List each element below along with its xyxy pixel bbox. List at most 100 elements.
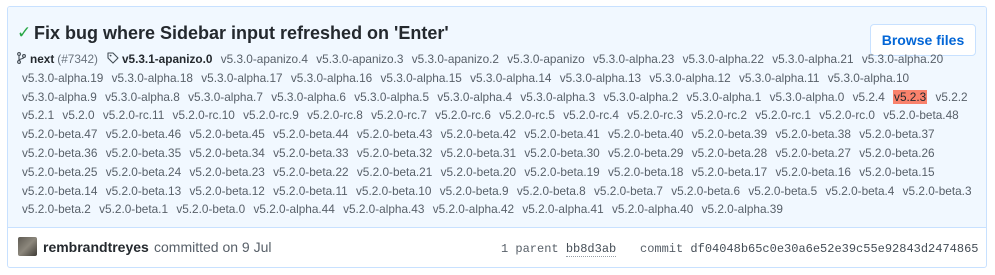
tag-link[interactable]: v5.3.0-alpha.10: [828, 71, 909, 85]
tag-link[interactable]: v5.2.0-beta.18: [608, 165, 683, 179]
tag-link[interactable]: v5.3.0-alpha.2: [603, 90, 678, 104]
tag-link[interactable]: v5.2.0: [62, 108, 94, 122]
tag-link[interactable]: v5.2.0-beta.27: [775, 146, 850, 160]
tag-link[interactable]: v5.2.0-rc.2: [691, 108, 747, 122]
tag-link[interactable]: v5.2.0-beta.36: [22, 146, 97, 160]
author-link[interactable]: rembrandtreyes: [43, 239, 149, 255]
tag-link[interactable]: v5.2.0-beta.19: [524, 165, 599, 179]
tag-link[interactable]: v5.2.0-beta.23: [189, 165, 264, 179]
tag-link[interactable]: v5.2.0-beta.25: [22, 165, 97, 179]
tag-link[interactable]: v5.2.0-beta.14: [22, 184, 97, 198]
tag-link[interactable]: v5.2.0-alpha.42: [433, 202, 514, 216]
tag-link[interactable]: v5.2.0-rc.7: [371, 108, 427, 122]
tag-link[interactable]: v5.3.0-alpha.16: [291, 71, 372, 85]
tag-link-highlighted[interactable]: v5.2.3: [893, 89, 928, 104]
tag-link[interactable]: v5.2.0-beta.15: [859, 165, 934, 179]
tag-link[interactable]: v5.2.0-beta.10: [356, 184, 431, 198]
tag-link[interactable]: v5.2.0-beta.39: [692, 127, 767, 141]
tag-link[interactable]: v5.2.0-beta.45: [189, 127, 264, 141]
tag-link[interactable]: v5.2.0-beta.21: [357, 165, 432, 179]
tag-link[interactable]: v5.2.0-rc.4: [563, 108, 619, 122]
tag-link[interactable]: v5.3.0-alpha.1: [687, 90, 762, 104]
tag-link[interactable]: v5.2.0-rc.3: [627, 108, 683, 122]
tag-link[interactable]: v5.3.0-alpha.18: [112, 71, 193, 85]
tag-link[interactable]: v5.2.0-rc.9: [243, 108, 299, 122]
tag-link[interactable]: v5.3.0-alpha.15: [381, 71, 462, 85]
tag-link[interactable]: v5.2.0-alpha.40: [612, 202, 693, 216]
tag-link[interactable]: v5.2.0-beta.48: [883, 108, 958, 122]
tag-link[interactable]: v5.3.0-apanizo.2: [412, 52, 499, 66]
tag-link[interactable]: v5.2.0-beta.22: [273, 165, 348, 179]
tag-link[interactable]: v5.2.0-beta.11: [273, 184, 348, 198]
tag-link[interactable]: v5.3.0-apanizo.4: [221, 52, 308, 66]
tag-link[interactable]: v5.3.0-alpha.13: [560, 71, 641, 85]
tag-link[interactable]: v5.3.0-alpha.5: [354, 90, 429, 104]
tag-link[interactable]: v5.2.0-beta.7: [594, 184, 663, 198]
tag-link[interactable]: v5.2.0-beta.34: [189, 146, 264, 160]
tag-link[interactable]: v5.2.0-rc.8: [307, 108, 363, 122]
tag-link[interactable]: v5.3.0-alpha.4: [437, 90, 512, 104]
tag-link[interactable]: v5.2.0-rc.11: [103, 108, 164, 122]
tag-link[interactable]: v5.2.0-beta.26: [859, 146, 934, 160]
tag-link[interactable]: v5.2.1: [22, 108, 54, 122]
tag-link[interactable]: v5.2.0-rc.5: [499, 108, 555, 122]
tag-link[interactable]: v5.2.0-beta.9: [440, 184, 509, 198]
tag-link[interactable]: v5.3.1-apanizo.0: [122, 52, 212, 66]
tag-link[interactable]: v5.3.0-alpha.9: [22, 90, 97, 104]
tag-link[interactable]: v5.2.0-beta.42: [441, 127, 516, 141]
tag-link[interactable]: v5.2.0-beta.29: [608, 146, 683, 160]
tag-link[interactable]: v5.2.0-beta.40: [608, 127, 683, 141]
tag-link[interactable]: v5.3.0-alpha.11: [739, 71, 819, 85]
tag-link[interactable]: v5.2.0-beta.4: [826, 184, 895, 198]
tag-link[interactable]: v5.3.0-alpha.23: [593, 52, 674, 66]
tag-link[interactable]: v5.2.0-beta.24: [106, 165, 181, 179]
tag-link[interactable]: v5.2.0-beta.46: [106, 127, 181, 141]
tag-link[interactable]: v5.2.0-beta.44: [273, 127, 348, 141]
tag-link[interactable]: v5.2.0-beta.5: [748, 184, 817, 198]
tag-link[interactable]: v5.3.0-alpha.21: [772, 52, 853, 66]
tag-link[interactable]: v5.2.0-beta.12: [189, 184, 264, 198]
tag-link[interactable]: v5.3.0-apanizo.3: [316, 52, 403, 66]
tag-link[interactable]: v5.2.0-rc.0: [819, 108, 875, 122]
tag-link[interactable]: v5.2.0-beta.31: [441, 146, 516, 160]
tag-link[interactable]: v5.2.0-beta.32: [357, 146, 432, 160]
tag-link[interactable]: v5.2.0-alpha.39: [702, 202, 783, 216]
tag-link[interactable]: v5.2.0-beta.28: [692, 146, 767, 160]
tag-link[interactable]: v5.2.0-beta.37: [859, 127, 934, 141]
tag-link[interactable]: v5.3.0-alpha.20: [862, 52, 943, 66]
tag-link[interactable]: v5.2.4: [853, 90, 885, 104]
tag-link[interactable]: v5.3.0-alpha.3: [520, 90, 595, 104]
tag-link[interactable]: v5.2.0-beta.41: [524, 127, 599, 141]
tag-link[interactable]: v5.2.0-beta.8: [517, 184, 586, 198]
branch-name[interactable]: next: [30, 52, 54, 66]
tag-link[interactable]: v5.3.0-alpha.7: [188, 90, 263, 104]
tag-link[interactable]: v5.2.0-beta.20: [441, 165, 516, 179]
tag-link[interactable]: v5.3.0-alpha.8: [105, 90, 180, 104]
tag-link[interactable]: v5.3.0-alpha.17: [201, 71, 282, 85]
tag-link[interactable]: v5.3.0-alpha.19: [22, 71, 103, 85]
tag-link[interactable]: v5.2.0-beta.35: [106, 146, 181, 160]
tag-link[interactable]: v5.2.0-beta.6: [671, 184, 740, 198]
tag-link[interactable]: v5.2.0-beta.47: [22, 127, 97, 141]
tag-link[interactable]: v5.2.0-beta.13: [106, 184, 181, 198]
tag-link[interactable]: v5.2.0-beta.33: [273, 146, 348, 160]
tag-link[interactable]: v5.2.0-alpha.44: [253, 202, 334, 216]
tag-link[interactable]: v5.2.2: [935, 90, 967, 104]
tag-link[interactable]: v5.3.0-alpha.14: [470, 71, 551, 85]
tag-link[interactable]: v5.3.0-alpha.22: [683, 52, 764, 66]
tag-link[interactable]: v5.2.0-beta.38: [775, 127, 850, 141]
avatar[interactable]: [18, 237, 37, 256]
tag-link[interactable]: v5.2.0-rc.6: [435, 108, 491, 122]
tag-link[interactable]: v5.2.0-beta.3: [903, 184, 972, 198]
tag-link[interactable]: v5.2.0-rc.10: [173, 108, 235, 122]
tag-link[interactable]: v5.3.0-alpha.0: [770, 90, 845, 104]
parent-sha-link[interactable]: bb8d3ab: [565, 242, 617, 257]
tag-link[interactable]: v5.3.0-alpha.12: [649, 71, 730, 85]
tag-link[interactable]: v5.2.0-beta.0: [176, 202, 245, 216]
tag-link[interactable]: v5.2.0-beta.16: [775, 165, 850, 179]
tag-link[interactable]: v5.2.0-alpha.43: [343, 202, 424, 216]
pull-request-link[interactable]: #7342: [61, 52, 94, 66]
tag-link[interactable]: v5.2.0-beta.2: [22, 202, 91, 216]
tag-link[interactable]: v5.2.0-beta.1: [99, 202, 168, 216]
tag-link[interactable]: v5.2.0-alpha.41: [522, 202, 603, 216]
